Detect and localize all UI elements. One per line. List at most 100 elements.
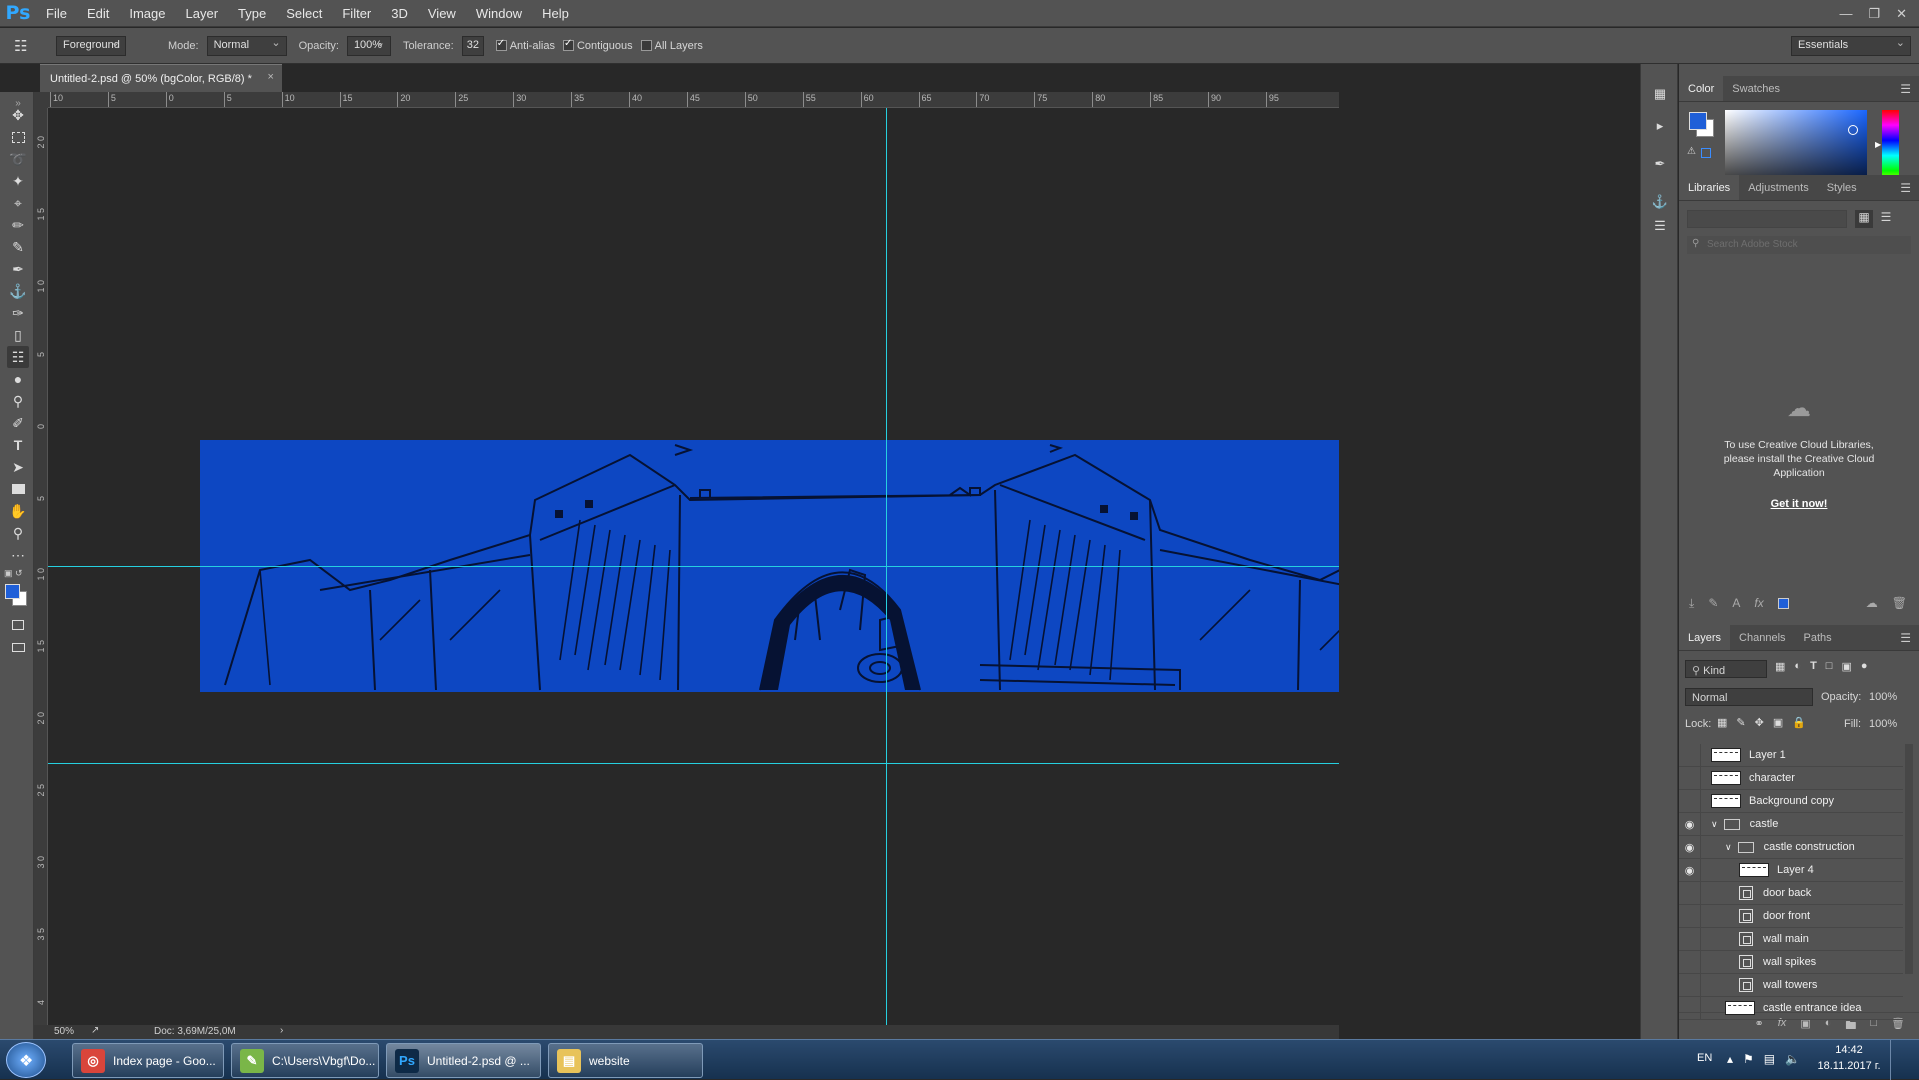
lock-transparency-icon[interactable]: ▦	[1717, 716, 1727, 729]
screen-mode-icon[interactable]	[7, 636, 29, 658]
library-select[interactable]	[1687, 210, 1847, 228]
add-text-style-icon[interactable]: A	[1732, 596, 1740, 616]
paint-bucket-tool-icon[interactable]: ☷	[14, 37, 48, 55]
tab-styles[interactable]: Styles	[1818, 175, 1866, 200]
tab-layers[interactable]: Layers	[1679, 625, 1731, 650]
visibility-eye-icon[interactable]	[1679, 951, 1701, 973]
more-tools-icon[interactable]: ⋯	[7, 544, 29, 566]
visibility-eye-icon[interactable]	[1679, 767, 1701, 789]
eraser-tool-icon[interactable]: ▯	[7, 324, 29, 346]
actions-panel-icon[interactable]: ▸	[1650, 116, 1670, 136]
all-layers-checkbox[interactable]: All Layers	[640, 39, 703, 52]
layer-row[interactable]: Layer 1	[1679, 744, 1903, 767]
add-graphic-icon[interactable]: ⤓	[1689, 596, 1694, 616]
filter-toggle-icon[interactable]: ●	[1861, 660, 1868, 678]
menu-select[interactable]: Select	[276, 0, 332, 27]
history-brush-tool-icon[interactable]: ✑	[7, 302, 29, 324]
hand-tool-icon[interactable]: ✋	[7, 500, 29, 522]
menu-window[interactable]: Window	[466, 0, 532, 27]
taskbar-button[interactable]: ✎ C:\Users\Vbgf\Do...	[231, 1043, 379, 1078]
marquee-tool-icon[interactable]	[7, 126, 29, 148]
layer-row[interactable]: wall towers	[1679, 974, 1903, 997]
opacity-field[interactable]: 100%	[346, 35, 391, 56]
clone-stamp-tool-icon[interactable]: ⚓	[7, 280, 29, 302]
quick-mask-icon[interactable]	[7, 614, 29, 636]
tab-adjustments[interactable]: Adjustments	[1739, 175, 1818, 200]
layer-row[interactable]: Background copy	[1679, 790, 1903, 813]
layer-row[interactable]: castle entrance idea	[1679, 997, 1903, 1020]
horizontal-guide[interactable]	[48, 566, 1339, 567]
blur-tool-icon[interactable]: ●	[7, 368, 29, 390]
close-icon[interactable]: ✕	[1896, 6, 1907, 22]
crop-tool-icon[interactable]: ⌖	[7, 192, 29, 214]
gamut-warning-icon[interactable]: ⚠	[1687, 146, 1696, 157]
horizontal-ruler[interactable]: 10 5 0 5 10 15 20 25 30 35 40 45 50 55 60 65 70 75 80 85 90 9…	[48, 92, 1339, 108]
antialias-checkbox[interactable]: Anti-alias	[495, 38, 555, 52]
show-desktop-button[interactable]	[1890, 1040, 1919, 1080]
close-document-icon[interactable]: ×	[267, 71, 273, 83]
clone-source-panel-icon[interactable]: ⚓	[1650, 192, 1670, 212]
add-color-icon[interactable]: ✎	[1708, 596, 1718, 616]
visibility-eye-icon[interactable]	[1679, 882, 1701, 904]
properties-panel-icon[interactable]: ☰	[1650, 216, 1670, 236]
contiguous-checkbox[interactable]: Contiguous	[562, 38, 633, 52]
adjustment-filter-icon[interactable]: ◐	[1794, 660, 1801, 678]
delete-icon[interactable]: 🗑	[1892, 596, 1919, 616]
brush-panel-icon[interactable]: ✒	[1650, 154, 1670, 174]
ruler-origin[interactable]	[34, 92, 48, 108]
blend-mode-select[interactable]: Normal	[1685, 688, 1813, 706]
visibility-eye-icon[interactable]: ◉	[1679, 836, 1701, 858]
color-panel-foreground-swatch[interactable]	[1689, 112, 1707, 130]
shape-filter-icon[interactable]: □	[1826, 660, 1833, 678]
document-tab[interactable]: Untitled-2.psd @ 50% (bgColor, RGB/8) * …	[40, 64, 282, 92]
add-layer-style-icon[interactable]: fx	[1754, 596, 1763, 616]
start-button[interactable]: ❖	[6, 1042, 46, 1078]
fill-source-select[interactable]: Foreground	[56, 35, 126, 56]
layer-row[interactable]: wall main	[1679, 928, 1903, 951]
clock-date[interactable]: 18.11.2017 г.	[1814, 1060, 1884, 1072]
zoom-level[interactable]: 50%	[54, 1026, 74, 1037]
menu-view[interactable]: View	[418, 0, 466, 27]
layer-row[interactable]: ◉ Layer 4	[1679, 859, 1903, 882]
restore-icon[interactable]: ❐	[1868, 6, 1880, 22]
type-filter-icon[interactable]: T	[1810, 660, 1817, 678]
menu-help[interactable]: Help	[532, 0, 579, 27]
layer-name[interactable]: wall spikes	[1763, 956, 1816, 968]
menu-layer[interactable]: Layer	[176, 0, 229, 27]
rectangle-tool-icon[interactable]	[7, 478, 29, 500]
visibility-eye-icon[interactable]	[1679, 744, 1701, 766]
healing-brush-tool-icon[interactable]: ✎	[7, 236, 29, 258]
canvas-area[interactable]	[48, 108, 1339, 1025]
move-tool-icon[interactable]: ✥	[7, 104, 29, 126]
color-picker-marker[interactable]	[1848, 125, 1858, 135]
layer-row[interactable]: door front	[1679, 905, 1903, 928]
add-fill-color-icon[interactable]	[1777, 598, 1789, 609]
pixel-filter-icon[interactable]: ▦	[1775, 660, 1785, 678]
lock-all-icon[interactable]: 🔒	[1792, 716, 1806, 729]
layer-row[interactable]: ◉ ∨ castle construction	[1679, 836, 1903, 859]
panel-menu-icon[interactable]: ☰	[1900, 181, 1911, 195]
path-selection-tool-icon[interactable]: ➤	[7, 456, 29, 478]
tab-paths[interactable]: Paths	[1795, 625, 1841, 650]
foreground-color-swatch[interactable]	[5, 584, 20, 599]
layers-scrollbar[interactable]	[1905, 744, 1913, 974]
panel-menu-icon[interactable]: ☰	[1900, 631, 1911, 645]
smart-object-filter-icon[interactable]: ▣	[1841, 660, 1851, 678]
eyedropper-tool-icon[interactable]: ✏	[7, 214, 29, 236]
visibility-eye-icon[interactable]	[1679, 928, 1701, 950]
list-view-icon[interactable]: ☰	[1877, 210, 1895, 228]
tab-channels[interactable]: Channels	[1730, 625, 1794, 650]
menu-type[interactable]: Type	[228, 0, 276, 27]
horizontal-guide[interactable]	[48, 763, 1339, 764]
history-panel-icon[interactable]: ▦	[1650, 84, 1670, 104]
layer-name[interactable]: Layer 4	[1777, 864, 1814, 876]
tab-swatches[interactable]: Swatches	[1723, 76, 1789, 101]
tolerance-field[interactable]: 32	[461, 35, 484, 56]
menu-edit[interactable]: Edit	[77, 0, 119, 27]
layer-name[interactable]: character	[1749, 772, 1795, 784]
layer-filter-select[interactable]: ⚲ Kind	[1685, 660, 1767, 678]
layer-row[interactable]: ◉ ∨ castle	[1679, 813, 1903, 836]
layer-name[interactable]: door back	[1763, 887, 1811, 899]
paint-bucket-tool-icon[interactable]: ☷	[7, 346, 29, 368]
minimize-icon[interactable]: —	[1839, 6, 1852, 21]
